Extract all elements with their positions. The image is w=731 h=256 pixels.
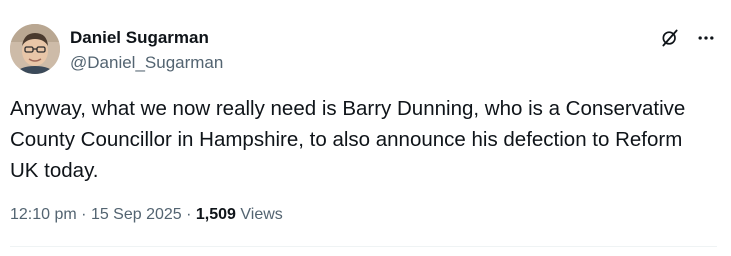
author-display-name[interactable]: Daniel Sugarman	[70, 27, 223, 49]
tweet-date[interactable]: 15 Sep 2025	[91, 206, 182, 223]
grok-button[interactable]	[659, 27, 681, 49]
grok-icon	[662, 29, 678, 47]
meta-separator: ·	[76, 206, 91, 223]
avatar-photo-icon	[10, 24, 60, 74]
divider	[10, 246, 717, 247]
tweet-header: Daniel Sugarman @Daniel_Sugarman	[10, 24, 223, 74]
tweet-top-actions	[659, 27, 717, 49]
tweet-time[interactable]: 12:10 pm	[10, 206, 77, 223]
tweet-meta: 12:10 pm · 15 Sep 2025 · 1,509 Views	[10, 205, 283, 225]
author-handle[interactable]: @Daniel_Sugarman	[70, 52, 223, 74]
tweet-text: Anyway, what we now really need is Barry…	[10, 97, 686, 182]
author-names: Daniel Sugarman @Daniel_Sugarman	[70, 27, 223, 74]
tweet-card: Daniel Sugarman @Daniel_Sugarman Anyway,…	[0, 0, 731, 256]
meta-separator: ·	[181, 206, 196, 223]
views-label: Views	[235, 206, 283, 223]
avatar[interactable]	[10, 24, 60, 74]
more-button[interactable]	[695, 27, 717, 49]
more-dots-icon	[698, 36, 714, 40]
views-count[interactable]: 1,509	[196, 206, 236, 223]
